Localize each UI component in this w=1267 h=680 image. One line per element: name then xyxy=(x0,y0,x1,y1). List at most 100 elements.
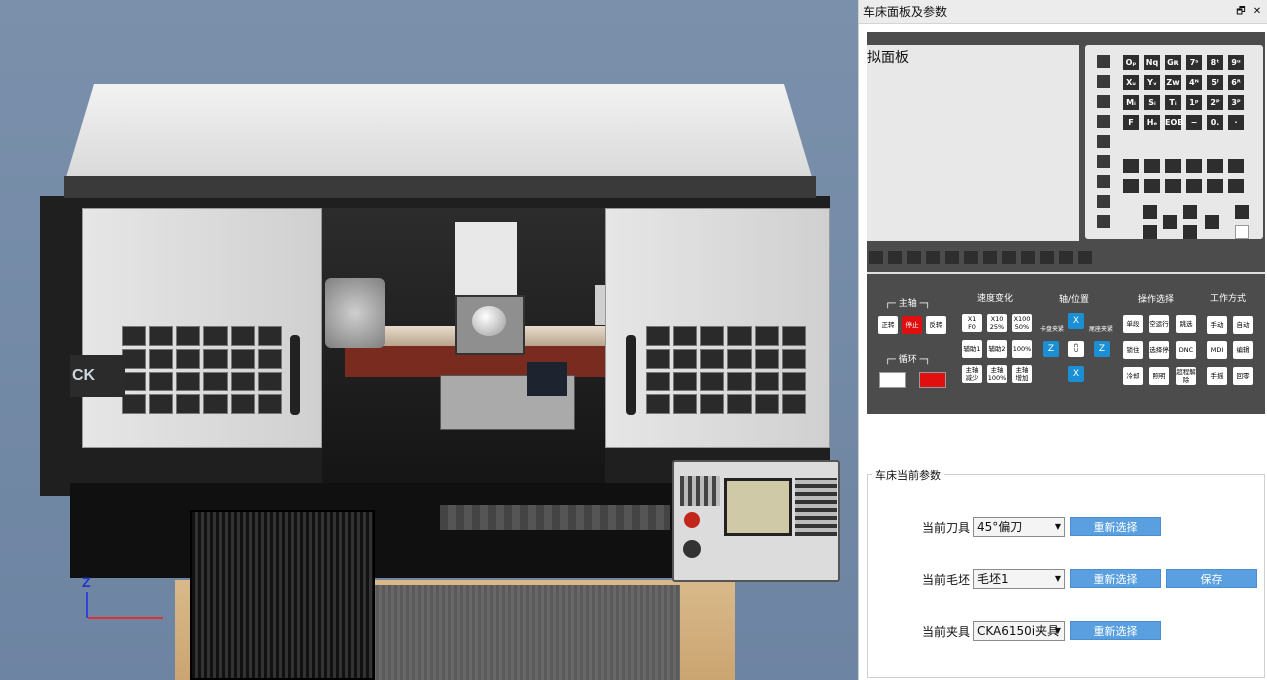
chuck-clamp-label[interactable]: 卡盘夹紧 xyxy=(1040,324,1064,333)
coolant-button[interactable]: 冷却 xyxy=(1123,367,1143,385)
keypad-key[interactable]: EOB xyxy=(1165,115,1183,130)
mode-manual-button[interactable]: 手动 xyxy=(1207,316,1227,334)
keypad-key[interactable]: Xᵤ xyxy=(1123,75,1139,90)
save-button[interactable]: 保存 xyxy=(1166,569,1257,588)
dnc-button[interactable]: DNC xyxy=(1176,341,1196,359)
mode-edit-button[interactable]: 编辑 xyxy=(1233,341,1253,359)
keypad-key[interactable]: Gʀ xyxy=(1165,55,1181,70)
softkey[interactable] xyxy=(1097,75,1110,88)
emergency-stop-icon[interactable] xyxy=(684,512,700,528)
speed-x1-button[interactable]: X1 F0 xyxy=(962,314,982,332)
close-icon[interactable]: ✕ xyxy=(1251,6,1263,18)
function-key[interactable] xyxy=(1123,159,1139,173)
keypad-key[interactable]: Zw xyxy=(1165,75,1181,90)
cursor-left-key[interactable] xyxy=(1163,215,1177,229)
spindle-100-button[interactable]: 主轴 100% xyxy=(987,365,1007,383)
single-block-button[interactable]: 单段 xyxy=(1123,315,1143,333)
mode-mdi-button[interactable]: MDI xyxy=(1207,341,1227,359)
aux1-button[interactable]: 辅助1 xyxy=(962,340,982,358)
overtravel-release-button[interactable]: 超程解除 xyxy=(1176,367,1196,385)
keypad-key[interactable]: 6ᴿ xyxy=(1228,75,1244,90)
function-key[interactable] xyxy=(1186,179,1202,193)
softkey[interactable] xyxy=(1097,95,1110,108)
function-key[interactable] xyxy=(1123,179,1139,193)
speed-x100-button[interactable]: X100 50% xyxy=(1012,314,1032,332)
function-key[interactable] xyxy=(1144,179,1160,193)
optional-stop-button[interactable]: 选择停 xyxy=(1149,341,1169,359)
screen-softkey[interactable] xyxy=(945,250,959,264)
dry-run-button[interactable]: 空运行 xyxy=(1149,315,1169,333)
keypad-key[interactable]: · xyxy=(1228,115,1244,130)
softkey[interactable] xyxy=(1097,55,1110,68)
rapid-button[interactable]: ⩇ xyxy=(1068,341,1084,357)
mode-home-button[interactable]: 回零 xyxy=(1233,367,1253,385)
cursor-right-key[interactable] xyxy=(1205,215,1219,229)
keypad-key[interactable]: Mᵢ xyxy=(1123,95,1139,110)
cycle-stop-button[interactable] xyxy=(919,372,946,388)
tail-clamp-label[interactable]: 尾座夹紧 xyxy=(1089,324,1113,333)
screen-softkey[interactable] xyxy=(907,250,921,264)
right-door-handle[interactable] xyxy=(626,335,636,415)
spindle-increase-button[interactable]: 主轴 增加 xyxy=(1012,365,1032,383)
softkey[interactable] xyxy=(1097,135,1110,148)
page-up-key[interactable] xyxy=(1183,205,1197,219)
light-button[interactable]: 照明 xyxy=(1149,367,1169,385)
reset-key[interactable] xyxy=(1235,225,1249,239)
keypad-key[interactable]: Hₑ xyxy=(1144,115,1160,130)
fixture-reselect-button[interactable]: 重新选择 xyxy=(1070,621,1161,640)
keypad-key[interactable]: Sᵢ xyxy=(1144,95,1160,110)
keypad-key[interactable]: F xyxy=(1123,115,1139,130)
blank-reselect-button[interactable]: 重新选择 xyxy=(1070,569,1161,588)
keypad-key[interactable]: 4ᴺ xyxy=(1186,75,1202,90)
keypad-key[interactable]: Nq xyxy=(1144,55,1160,70)
cursor-down-key[interactable] xyxy=(1143,225,1157,239)
keypad-key[interactable]: 5ˡ xyxy=(1207,75,1223,90)
softkey[interactable] xyxy=(1097,115,1110,128)
keypad-key[interactable]: 1ᵖ xyxy=(1186,95,1202,110)
keypad-key[interactable]: 8ᵗ xyxy=(1207,55,1223,70)
tool-select[interactable]: 45°偏刀 ▼ xyxy=(973,517,1065,537)
function-key[interactable] xyxy=(1144,159,1160,173)
z-left-button[interactable]: Z xyxy=(1043,341,1059,357)
left-door-handle[interactable] xyxy=(290,335,300,415)
screen-softkey[interactable] xyxy=(964,250,978,264)
keypad-key[interactable]: 3ᴾ xyxy=(1228,95,1244,110)
feed-knob-icon[interactable] xyxy=(683,540,701,558)
lock-button[interactable]: 锁住 xyxy=(1123,341,1143,359)
fixture-select[interactable]: CKA6150i夹具 ▼ xyxy=(973,621,1065,641)
softkey[interactable] xyxy=(1097,215,1110,228)
screen-softkey[interactable] xyxy=(869,250,883,264)
screen-softkey[interactable] xyxy=(1021,250,1035,264)
keypad-key[interactable]: Yᵥ xyxy=(1144,75,1160,90)
chuck[interactable] xyxy=(325,278,385,348)
screen-softkey[interactable] xyxy=(1040,250,1054,264)
function-key[interactable] xyxy=(1207,159,1223,173)
mode-auto-button[interactable]: 自动 xyxy=(1233,316,1253,334)
screen-softkey[interactable] xyxy=(926,250,940,264)
function-key[interactable] xyxy=(1186,159,1202,173)
keypad-key[interactable]: 2ᴾ xyxy=(1207,95,1223,110)
function-key[interactable] xyxy=(1228,179,1244,193)
cycle-start-button[interactable] xyxy=(879,372,906,388)
restore-icon[interactable]: 🗗 xyxy=(1235,6,1247,18)
page-down-key[interactable] xyxy=(1183,225,1197,239)
screen-softkey[interactable] xyxy=(888,250,902,264)
keypad-key[interactable]: Oₚ xyxy=(1123,55,1139,70)
keypad-key[interactable]: − xyxy=(1186,115,1202,130)
function-key[interactable] xyxy=(1207,179,1223,193)
keypad-key[interactable]: 0. xyxy=(1207,115,1223,130)
keypad-key[interactable]: 9ᵘ xyxy=(1228,55,1244,70)
help-key[interactable] xyxy=(1235,205,1249,219)
screen-softkey[interactable] xyxy=(1002,250,1016,264)
keypad-key[interactable]: Tᵢ xyxy=(1165,95,1181,110)
softkey[interactable] xyxy=(1097,175,1110,188)
z-right-button[interactable]: Z xyxy=(1094,341,1110,357)
function-key[interactable] xyxy=(1228,159,1244,173)
screen-softkey[interactable] xyxy=(1078,250,1092,264)
mode-handwheel-button[interactable]: 手摇 xyxy=(1207,367,1227,385)
spindle-decrease-button[interactable]: 主轴 减少 xyxy=(962,365,982,383)
blank-select[interactable]: 毛坯1 ▼ xyxy=(973,569,1065,589)
keypad-key[interactable]: 7ˢ xyxy=(1186,55,1202,70)
spindle-reverse-button[interactable]: 反转 xyxy=(926,316,946,334)
cursor-up-key[interactable] xyxy=(1143,205,1157,219)
